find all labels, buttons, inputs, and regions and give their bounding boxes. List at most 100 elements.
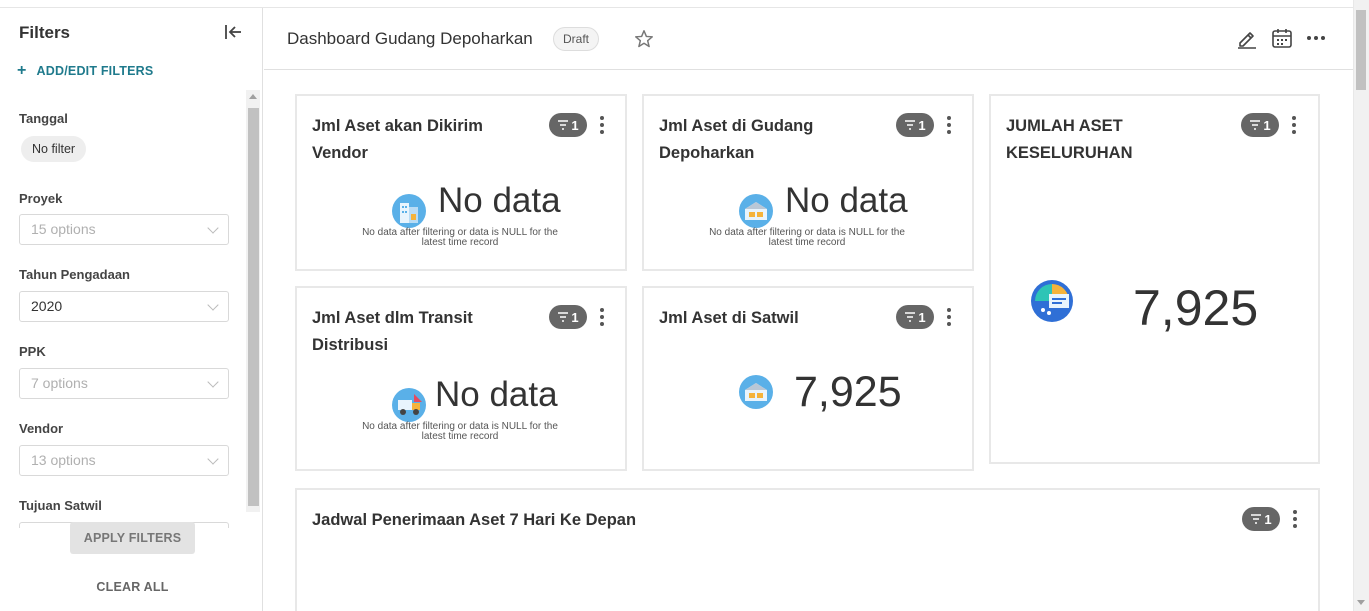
tanggal-no-filter-chip[interactable]: No filter <box>21 136 87 162</box>
card-menu-icon[interactable] <box>597 306 607 328</box>
filter-label-tanggal: Tanggal <box>19 111 68 126</box>
no-data-text: No data <box>785 181 908 220</box>
filter-count: 1 <box>1264 511 1272 527</box>
filter-indicator-button[interactable]: 1 <box>549 305 587 329</box>
page-scrollbar-thumb[interactable] <box>1356 10 1366 90</box>
card-menu-icon[interactable] <box>944 114 954 136</box>
no-data-text: No data <box>438 181 561 220</box>
dashboard-title: Dashboard Gudang Depoharkan <box>287 29 533 48</box>
filter-icon <box>1251 514 1262 524</box>
top-bar <box>0 0 1369 8</box>
truck-icon <box>392 388 426 422</box>
chart-card-jumlah-aset-keseluruhan[interactable]: JUMLAH ASET KESELURUHAN 1 7,925 <box>989 94 1320 464</box>
card-title: Jml Aset di Satwil <box>659 305 799 332</box>
dashboard-content: Jml Aset akan Dikirim Vendor 1 No data N… <box>264 71 1353 611</box>
edit-pencil-icon[interactable] <box>1235 26 1259 50</box>
no-data-note: No data after filtering or data is NULL … <box>345 228 575 248</box>
card-title: Jml Aset dlm Transit Distribusi <box>312 305 473 359</box>
calendar-icon[interactable] <box>1270 26 1294 50</box>
proyek-select-value: 15 options <box>31 221 96 237</box>
filter-indicator-button[interactable]: 1 <box>896 113 934 137</box>
scroll-down-arrow-icon[interactable] <box>1357 600 1365 605</box>
card-title-line1: Jml Aset di Satwil <box>659 309 799 327</box>
chevron-down-icon <box>207 453 219 465</box>
filter-label-tahun-pengadaan: Tahun Pengadaan <box>19 267 130 282</box>
card-menu-icon[interactable] <box>1289 114 1299 136</box>
card-title: Jml Aset akan Dikirim Vendor <box>312 113 483 167</box>
filter-count: 1 <box>571 117 579 133</box>
no-data-note-line2: latest time record <box>421 237 499 248</box>
filter-indicator-button[interactable]: 1 <box>896 305 934 329</box>
dashboard-icon <box>1031 280 1073 322</box>
card-title-line2: Vendor <box>312 144 368 162</box>
card-title-line2: Depoharkan <box>659 144 755 162</box>
filter-icon <box>1250 120 1261 130</box>
no-data-note: No data after filtering or data is NULL … <box>345 422 575 442</box>
filter-indicator-button[interactable]: 1 <box>1241 113 1279 137</box>
card-title-line1: Jml Aset akan Dikirim <box>312 117 483 135</box>
filter-label-proyek: Proyek <box>19 191 63 206</box>
more-options-icon[interactable] <box>1304 26 1328 50</box>
add-edit-filters-button[interactable]: + ADD/EDIT FILTERS <box>17 62 153 80</box>
no-data-note-line2: latest time record <box>421 431 499 442</box>
page-scrollbar[interactable] <box>1353 0 1369 611</box>
chevron-down-icon <box>207 376 219 388</box>
filter-list: Tanggal No filter Proyek 15 options Tahu… <box>0 90 262 528</box>
filter-icon <box>558 120 569 130</box>
card-menu-icon[interactable] <box>1290 508 1300 530</box>
filter-icon <box>905 120 916 130</box>
chart-card-aset-dikirim-vendor[interactable]: Jml Aset akan Dikirim Vendor 1 No data N… <box>295 94 627 271</box>
card-title: JUMLAH ASET KESELURUHAN <box>1006 113 1133 167</box>
proyek-select[interactable]: 15 options <box>19 214 229 245</box>
card-title-line2: KESELURUHAN <box>1006 144 1133 162</box>
filter-label-tujuan-satwil: Tujuan Satwil <box>19 498 102 513</box>
filters-sidebar: Filters + ADD/EDIT FILTERS Tanggal No fi… <box>0 8 263 611</box>
card-title-line1: Jml Aset dlm Transit <box>312 309 473 327</box>
no-data-text: No data <box>435 375 558 414</box>
collapse-sidebar-icon[interactable] <box>222 21 244 43</box>
draft-badge: Draft <box>553 27 600 51</box>
tahun-pengadaan-select[interactable]: 2020 <box>19 291 229 322</box>
vendor-select[interactable]: 13 options <box>19 445 229 476</box>
card-menu-icon[interactable] <box>597 114 607 136</box>
no-data-note: No data after filtering or data is NULL … <box>692 228 922 248</box>
chart-card-aset-gudang-depoharkan[interactable]: Jml Aset di Gudang Depoharkan 1 No data … <box>642 94 974 271</box>
scroll-up-arrow-icon[interactable] <box>249 94 257 99</box>
filter-count: 1 <box>571 309 579 325</box>
favorite-star-icon[interactable] <box>633 28 655 50</box>
building-icon <box>392 194 426 228</box>
filter-icon <box>558 312 569 322</box>
apply-filters-button[interactable]: APPLY FILTERS <box>70 522 195 554</box>
warehouse-icon <box>739 375 773 409</box>
vendor-select-value: 13 options <box>31 452 96 468</box>
filter-icon <box>905 312 916 322</box>
plus-icon: + <box>17 62 27 79</box>
filter-indicator-button[interactable]: 1 <box>549 113 587 137</box>
warehouse-icon <box>739 194 773 228</box>
chart-card-aset-satwil[interactable]: Jml Aset di Satwil 1 7,925 <box>642 286 974 471</box>
card-title-line1: Jml Aset di Gudang <box>659 117 814 135</box>
filter-count: 1 <box>1263 117 1271 133</box>
card-title: Jml Aset di Gudang Depoharkan <box>659 113 813 167</box>
chevron-down-icon <box>207 222 219 234</box>
sidebar-scrollbar-thumb[interactable] <box>248 108 259 506</box>
card-title-line1: JUMLAH ASET <box>1006 117 1123 135</box>
card-title-line2: Distribusi <box>312 336 389 354</box>
chart-card-jadwal-penerimaan-aset[interactable]: Jadwal Penerimaan Aset 7 Hari Ke Depan 1 <box>295 488 1320 611</box>
big-number-value: 7,925 <box>794 368 902 416</box>
dashboard-header: Dashboard Gudang Depoharkan Draft <box>264 8 1353 70</box>
tahun-pengadaan-select-value: 2020 <box>31 298 63 314</box>
ppk-select[interactable]: 7 options <box>19 368 229 399</box>
app: Filters + ADD/EDIT FILTERS Tanggal No fi… <box>0 0 1369 611</box>
clear-all-button[interactable]: CLEAR ALL <box>70 580 195 594</box>
filter-count: 1 <box>918 117 926 133</box>
big-number-value: 7,925 <box>1133 280 1259 336</box>
chart-card-aset-transit-distribusi[interactable]: Jml Aset dlm Transit Distribusi 1 No dat… <box>295 286 627 471</box>
sidebar-title: Filters <box>19 23 71 42</box>
no-data-note-line2: latest time record <box>768 237 846 248</box>
add-edit-filters-label: ADD/EDIT FILTERS <box>36 64 154 78</box>
filter-indicator-button[interactable]: 1 <box>1242 507 1280 531</box>
card-title: Jadwal Penerimaan Aset 7 Hari Ke Depan <box>312 511 637 529</box>
filter-label-vendor: Vendor <box>19 421 64 436</box>
card-menu-icon[interactable] <box>944 306 954 328</box>
